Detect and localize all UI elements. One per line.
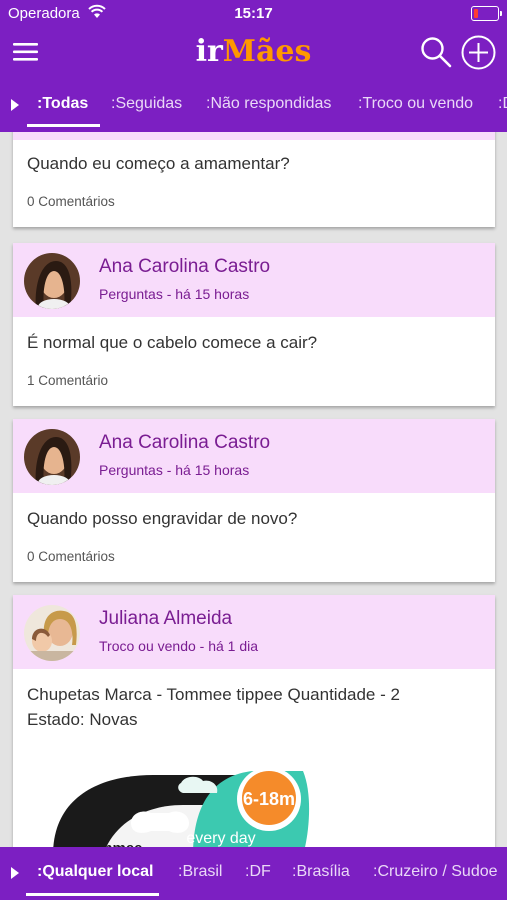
card-header [13,132,495,140]
post-meta: Troco ou vendo - há 1 dia [99,638,259,654]
chevron-right-icon[interactable] [11,867,19,879]
loc-brasilia[interactable]: :Brasília [292,863,350,881]
tab-todas[interactable]: :Todas [37,95,88,113]
author-name[interactable]: Ana Carolina Castro [99,432,270,454]
loc-cruzeiro-sudoeste[interactable]: :Cruzeiro / Sudoe [373,863,498,881]
card-header: Ana Carolina Castro Perguntas - há 15 ho… [13,419,495,493]
post-question: Chupetas Marca - Tommee tippee Quantidad… [27,685,400,729]
tab-nao-respondidas[interactable]: :Não respondidas [206,95,331,113]
clock: 15:17 [234,5,273,22]
post-question: Quando posso engravidar de novo? [27,509,298,528]
loc-brasil[interactable]: :Brasil [178,863,222,881]
status-bar: Operadora 15:17 [0,0,507,28]
nav-bar: irMães [0,28,507,78]
tab-overflow[interactable]: :D [498,95,507,113]
location-tabs: :Qualquer local :Brasil :DF :Brasília :C… [0,847,507,900]
post-card[interactable]: Ana Carolina Castro Perguntas - há 15 ho… [13,419,495,582]
loc-qualquer-local[interactable]: :Qualquer local [37,863,153,881]
image-brand: tommee [85,840,143,847]
post-meta: Perguntas - há 15 horas [99,286,250,302]
post-card[interactable]: Juliana Almeida Troco ou vendo - há 1 di… [13,595,495,847]
card-header: Juliana Almeida Troco ou vendo - há 1 di… [13,595,495,669]
post-feed[interactable]: Quando eu começo a amamentar? 0 Comentár… [0,132,507,847]
active-tab-indicator [27,124,100,127]
active-location-indicator [26,893,159,896]
comment-count[interactable]: 0 Comentários [13,531,495,582]
add-icon[interactable] [461,35,496,70]
avatar[interactable] [24,605,80,661]
post-question: É normal que o cabelo comece a cair? [27,333,318,352]
tab-seguidas[interactable]: :Seguidas [111,95,182,113]
battery-icon [471,6,502,21]
product-image[interactable]: 6-18m every day tommee [13,735,495,847]
avatar[interactable] [24,429,80,485]
author-name[interactable]: Ana Carolina Castro [99,256,270,278]
avatar[interactable] [24,253,80,309]
filter-tabs: :Todas :Seguidas :Não respondidas :Troco… [0,78,507,132]
post-card[interactable]: Ana Carolina Castro Perguntas - há 15 ho… [13,243,495,406]
search-icon[interactable] [419,35,453,69]
image-caption: every day [186,830,255,847]
chevron-right-icon[interactable] [11,99,19,111]
comment-count[interactable]: 0 Comentários [13,176,495,227]
image-badge: 6-18m [243,789,295,809]
author-name[interactable]: Juliana Almeida [99,608,232,630]
comment-count[interactable]: 1 Comentário [13,355,495,406]
post-card[interactable]: Quando eu começo a amamentar? 0 Comentár… [13,132,495,227]
tab-troco-ou-vendo[interactable]: :Troco ou vendo [358,95,473,113]
post-meta: Perguntas - há 15 horas [99,462,250,478]
post-question: Quando eu começo a amamentar? [27,154,290,173]
loc-df[interactable]: :DF [245,863,271,881]
card-header: Ana Carolina Castro Perguntas - há 15 ho… [13,243,495,317]
